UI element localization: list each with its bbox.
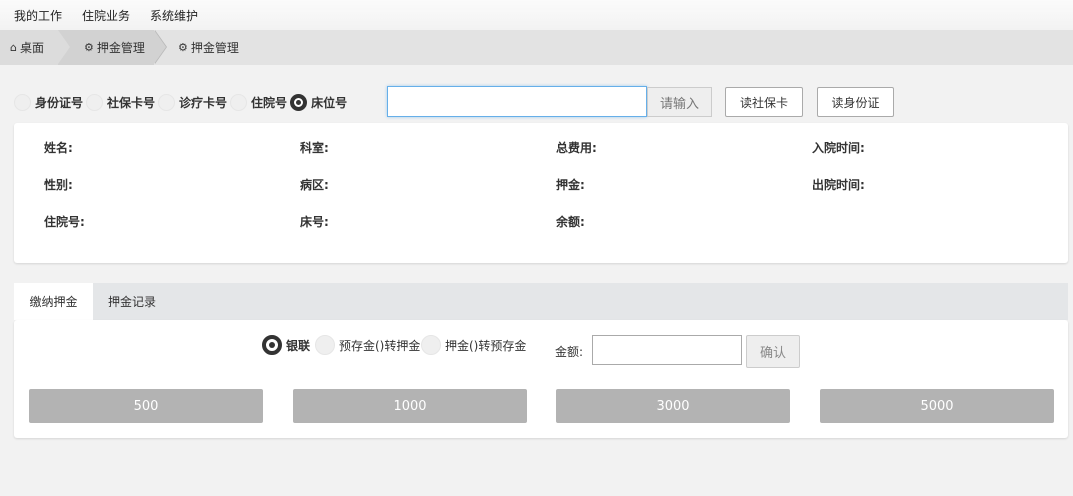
breadcrumb-home-label: 桌面: [19, 41, 44, 55]
field-dept: 科室:: [300, 141, 329, 155]
breadcrumb-current: ⚙ 押金管理: [154, 30, 239, 65]
breadcrumb-home[interactable]: ⌂ 桌面: [0, 30, 58, 65]
radio-medical-card[interactable]: 诊疗卡号: [158, 93, 228, 111]
radio-circle: [158, 93, 176, 111]
search-addon: 请输入: [647, 87, 712, 117]
breadcrumb: ⌂ 桌面 ⚙ 押金管理 ⚙ 押金管理: [0, 30, 1073, 65]
radio-unionpay[interactable]: 银联: [262, 335, 310, 355]
top-menu: 我的工作 住院业务 系统维护: [0, 0, 1073, 30]
confirm-button[interactable]: 确认: [746, 335, 800, 368]
radio-label: 住院号: [251, 95, 288, 110]
radio-circle: [421, 335, 441, 355]
search-type-group: 身份证号 社保卡号 诊疗卡号 住院号 床位号: [14, 86, 350, 118]
radio-label: 社保卡号: [107, 95, 156, 110]
search-input[interactable]: [387, 86, 647, 117]
radio-label: 预存金()转押金: [339, 338, 421, 353]
quick-amount-3000-button[interactable]: 3000: [556, 389, 790, 423]
breadcrumb-module-label: 押金管理: [96, 41, 145, 55]
quick-amount-1000-button[interactable]: 1000: [293, 389, 527, 423]
gear-icon: ⚙: [178, 41, 188, 54]
radio-circle: [315, 335, 335, 355]
amount-label: 金额:: [555, 345, 584, 359]
radio-circle-selected: [262, 335, 282, 355]
radio-prepaid-to-deposit[interactable]: 预存金()转押金: [315, 335, 420, 355]
breadcrumb-module[interactable]: ⚙ 押金管理: [58, 30, 154, 65]
radio-inpatient-no[interactable]: 住院号: [230, 93, 288, 111]
field-deposit: 押金:: [556, 178, 585, 192]
menu-system[interactable]: 系统维护: [150, 7, 198, 24]
radio-circle: [14, 93, 31, 111]
tab-pay-deposit[interactable]: 缴纳押金: [14, 283, 93, 320]
radio-circle: [86, 93, 104, 111]
field-inpatient-no: 住院号:: [44, 215, 85, 229]
radio-label: 身份证号: [35, 95, 84, 110]
field-total-cost: 总费用:: [556, 141, 597, 155]
field-name: 姓名:: [44, 141, 73, 155]
radio-circle: [230, 93, 248, 111]
gear-icon: ⚙: [84, 41, 94, 54]
radio-deposit-to-prepaid[interactable]: 押金()转预存金: [421, 335, 526, 355]
quick-amount-5000-button[interactable]: 5000: [820, 389, 1054, 423]
radio-id-card[interactable]: 身份证号: [14, 93, 84, 111]
field-gender: 性别:: [44, 178, 73, 192]
radio-label: 诊疗卡号: [179, 95, 228, 110]
radio-label: 银联: [286, 338, 311, 353]
radio-label: 押金()转预存金: [445, 338, 527, 353]
field-ward: 病区:: [300, 178, 329, 192]
menu-inpatient[interactable]: 住院业务: [82, 7, 130, 24]
field-balance: 余额:: [556, 215, 585, 229]
radio-bed-no[interactable]: 床位号: [290, 93, 348, 111]
tab-bar: 缴纳押金 押金记录: [14, 283, 1068, 320]
breadcrumb-arrow: [58, 30, 70, 64]
quick-amount-500-button[interactable]: 500: [29, 389, 263, 423]
read-id-card-button[interactable]: 读身份证: [817, 87, 894, 117]
radio-circle-selected: [290, 93, 308, 111]
patient-info-panel: 姓名: 科室: 总费用: 入院时间: 性别: 病区: 押金: 出院时间: 住院号…: [14, 123, 1068, 263]
radio-social-card[interactable]: 社保卡号: [86, 93, 156, 111]
menu-my-work[interactable]: 我的工作: [14, 7, 62, 24]
field-bed-no: 床号:: [300, 215, 329, 229]
tab-deposit-records[interactable]: 押金记录: [93, 283, 171, 320]
field-discharge-time: 出院时间:: [812, 178, 865, 192]
home-icon: ⌂: [10, 41, 17, 54]
radio-label: 床位号: [311, 95, 348, 110]
amount-input[interactable]: [592, 335, 742, 365]
read-social-card-button[interactable]: 读社保卡: [725, 87, 803, 117]
field-admit-time: 入院时间:: [812, 141, 865, 155]
breadcrumb-current-label: 押金管理: [190, 41, 239, 55]
